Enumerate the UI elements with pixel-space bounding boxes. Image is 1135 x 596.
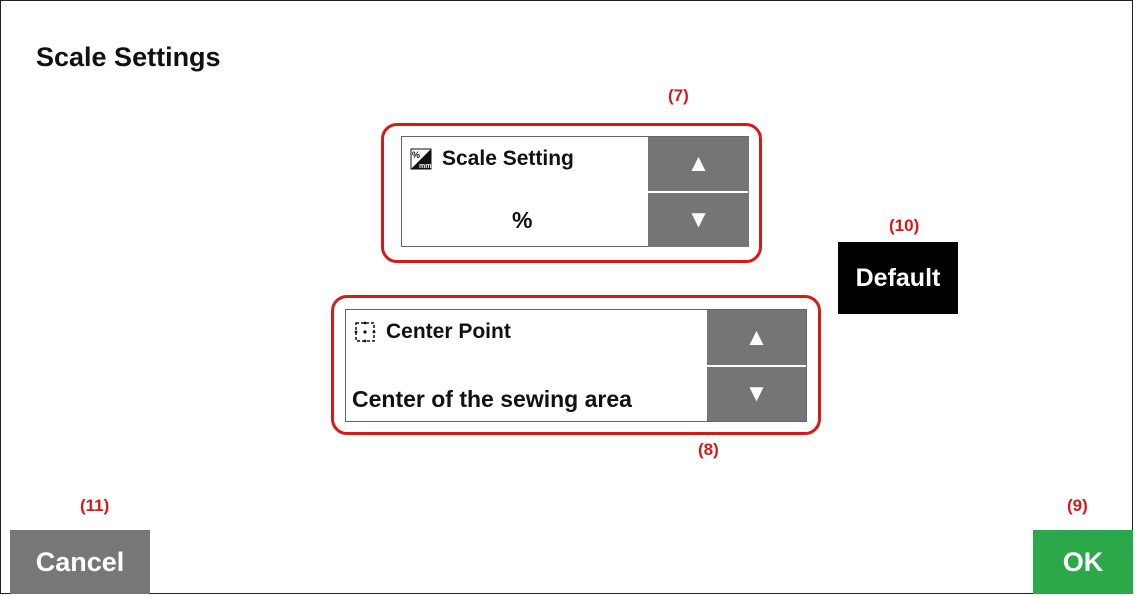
- callout-9: (9): [1067, 496, 1088, 515]
- page-title: Scale Settings: [36, 42, 221, 72]
- center-point-header: Center Point: [354, 320, 511, 344]
- scale-setting-up-button[interactable]: ▲: [648, 137, 749, 191]
- arrow-down-icon: ▼: [686, 206, 711, 233]
- scale-setting-down-button[interactable]: ▼: [648, 193, 749, 247]
- center-point-value: Center of the sewing area: [352, 386, 632, 412]
- center-point-panel: Center Point Center of the sewing area ▲…: [345, 309, 807, 422]
- scale-setting-label: Scale Setting: [442, 147, 574, 170]
- callout-8: (8): [698, 440, 719, 459]
- arrow-up-icon: ▲: [744, 323, 769, 351]
- arrow-up-icon: ▲: [686, 150, 711, 177]
- arrow-down-icon: ▼: [744, 380, 769, 407]
- callout-7: (7): [668, 86, 689, 105]
- cancel-button[interactable]: Cancel: [10, 530, 150, 594]
- center-point-label: Center Point: [386, 320, 511, 343]
- svg-text:%: %: [412, 150, 420, 160]
- ok-button[interactable]: OK: [1033, 530, 1133, 594]
- callout-10: (10): [889, 216, 920, 235]
- scale-setting-value: %: [512, 207, 533, 233]
- percent-mm-icon: % mm: [410, 148, 432, 170]
- center-point-icon: [354, 321, 376, 343]
- svg-text:mm: mm: [419, 163, 431, 170]
- center-point-up-button[interactable]: ▲: [707, 310, 806, 365]
- scale-setting-header: % mm Scale Setting: [410, 147, 574, 171]
- scale-setting-panel: % mm Scale Setting % ▲ ▼: [401, 136, 749, 247]
- default-button[interactable]: Default: [838, 242, 958, 314]
- callout-11: (11): [80, 496, 110, 515]
- center-point-down-button[interactable]: ▼: [707, 367, 806, 421]
